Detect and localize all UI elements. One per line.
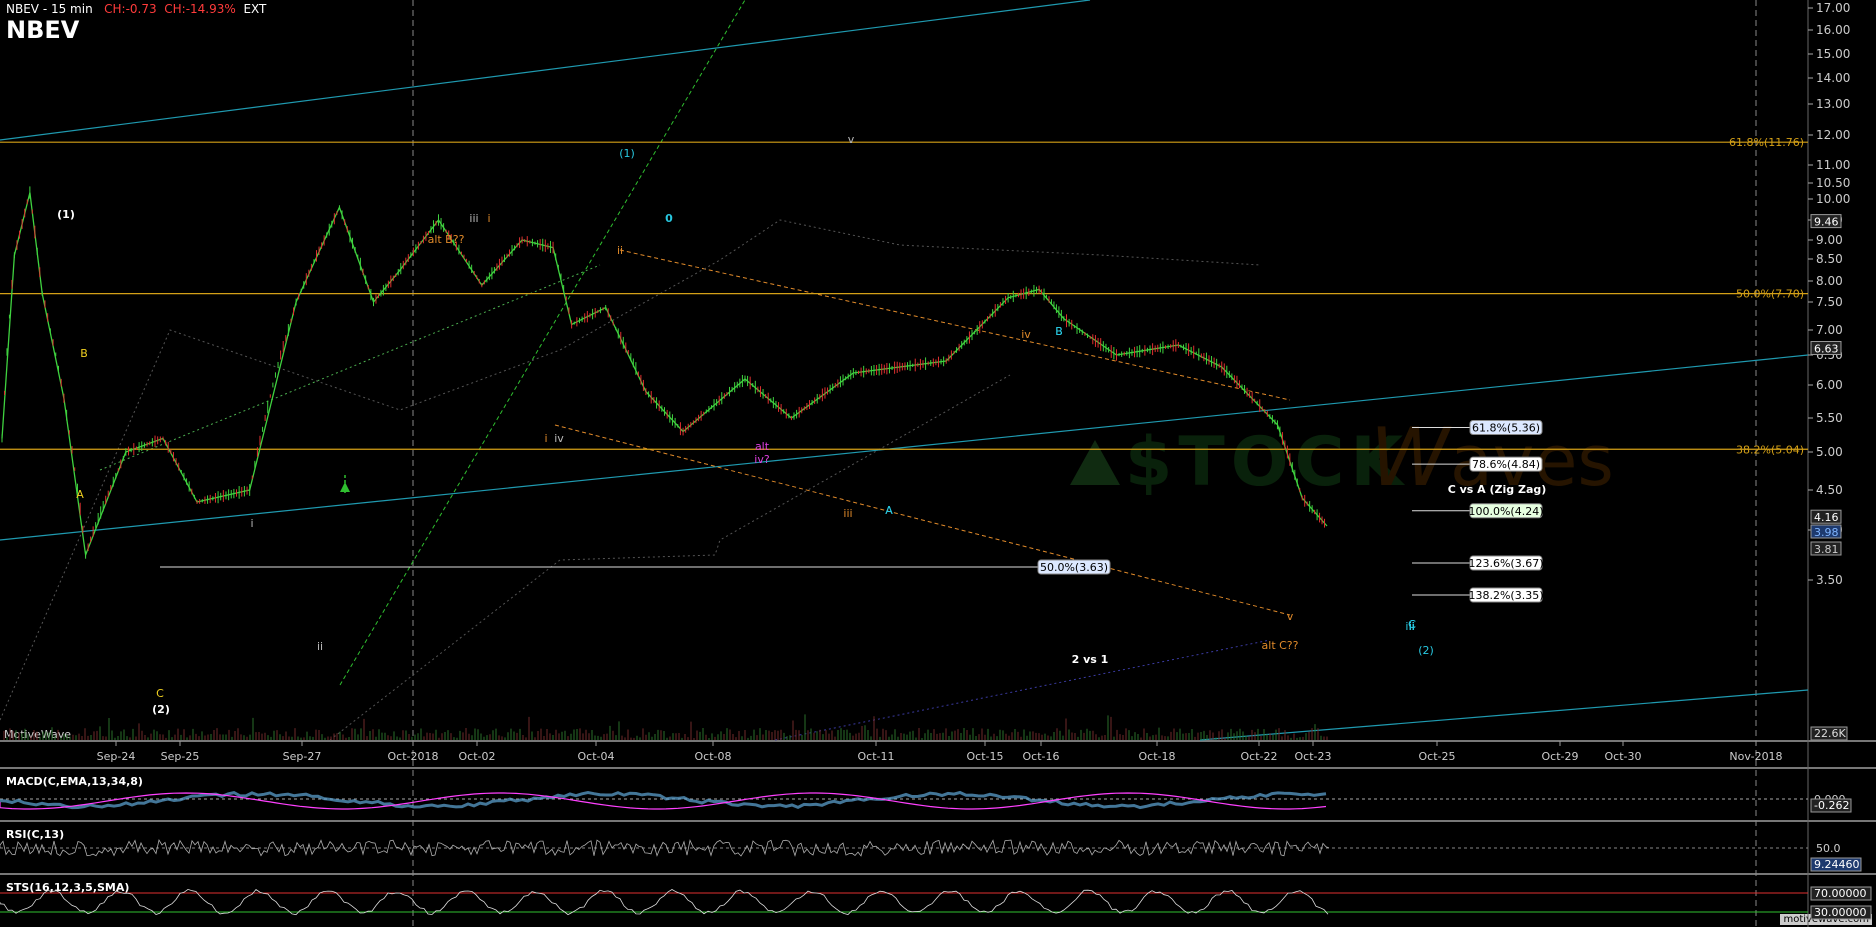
time-tick-label: Oct-22	[1241, 750, 1278, 763]
price-tick-label: 8.00	[1816, 274, 1843, 288]
price-tick-label: 9.00	[1816, 233, 1843, 247]
time-tick-label: Sep-25	[161, 750, 200, 763]
projection-label: 61.8%(5.36)	[1472, 422, 1540, 435]
wave-label: ii	[617, 244, 623, 257]
retrace-title: 2 vs 1	[1072, 653, 1109, 666]
wave-label: iv	[1021, 328, 1031, 341]
price-tick-label: 4.50	[1816, 483, 1843, 497]
svg-text:W: W	[1370, 411, 1452, 504]
rsi-ref-label: 50.0	[1816, 842, 1841, 855]
price-tick-label: 6.00	[1816, 378, 1843, 392]
price-tick-label: 16.00	[1816, 23, 1850, 37]
price-tick-label: 10.50	[1816, 176, 1850, 190]
price-chart[interactable]: $TOCK W aves 61.8%(11.76)50.0%(7.70)38.2…	[0, 0, 1876, 927]
price-tick-label: 7.50	[1816, 295, 1843, 309]
wave-label: B	[1055, 325, 1063, 338]
price-tag: 6.63	[1814, 343, 1839, 356]
wave-label: alt B??	[428, 233, 465, 246]
wave-label: (1)	[57, 208, 75, 221]
fib-label: 61.8%(11.76)	[1729, 136, 1804, 149]
wave-label: iv	[554, 432, 564, 445]
price-tick-label: 5.50	[1816, 411, 1843, 425]
time-tick-label: Oct-16	[1023, 750, 1060, 763]
price-tag: 9.46	[1814, 216, 1839, 229]
wave-label: i	[487, 212, 490, 225]
wave-label: v	[848, 133, 855, 146]
wave-label: A	[76, 488, 84, 501]
wave-label: iv?	[754, 453, 770, 466]
time-axis: Sep-24 Sep-25 Sep-27 Oct-2018 Oct-02 Oct-04 Oc…	[97, 741, 1783, 763]
projection-label: 78.6%(4.84)	[1472, 458, 1540, 471]
price-tag: 4.16	[1814, 511, 1839, 524]
sts-upper-label: 70.00000	[1814, 887, 1867, 900]
time-tick-label: Oct-15	[967, 750, 1004, 763]
macd-value: -0.262	[1814, 799, 1849, 812]
price-tick-label: 11.00	[1816, 158, 1850, 172]
price-tag: 3.98	[1814, 526, 1839, 539]
wave-label: C	[156, 687, 164, 700]
time-tick-label: Oct-25	[1419, 750, 1456, 763]
price-tag: 3.81	[1814, 543, 1839, 556]
rsi-label: RSI(C,13)	[6, 828, 64, 841]
retrace-label: 50.0%(3.63)	[1040, 561, 1108, 574]
wave-label: iii	[843, 507, 852, 520]
fib-label: 50.0%(7.70)	[1736, 288, 1804, 301]
wave-label: i	[544, 432, 547, 445]
price-tick-label: 7.00	[1816, 323, 1843, 337]
projection-label: 123.6%(3.67)	[1468, 557, 1543, 570]
price-tick-label: 17.00	[1816, 1, 1850, 15]
wave-label: v	[1287, 610, 1294, 623]
projection-label: 100.0%(4.24)	[1468, 505, 1543, 518]
time-tick-label: Sep-27	[283, 750, 322, 763]
svg-text:$TOCK: $TOCK	[1125, 423, 1409, 502]
wave-label: C	[1408, 618, 1416, 631]
fib-levels: 61.8%(11.76) 50.0%(7.70) 38.2%(5.04)	[0, 136, 1808, 456]
price-tick-label: 8.50	[1816, 252, 1843, 266]
volume-bars	[3, 714, 1328, 740]
macd-histogram	[0, 790, 1327, 810]
indicator-panels: MACD(C,EMA,13,34,8)0.000-0.262RSI(C,13)5…	[0, 775, 1872, 920]
time-tick-label: Oct-04	[578, 750, 615, 763]
price-tick-label: 15.00	[1816, 47, 1850, 61]
time-tick-label: Oct-08	[695, 750, 732, 763]
time-tick-label: Oct-2018	[388, 750, 439, 763]
projection-title: C vs A (Zig Zag)	[1448, 483, 1547, 496]
sts-label: STS(16,12,3,5,SMA)	[6, 881, 129, 894]
projection-label: 138.2%(3.35)	[1468, 589, 1543, 602]
macd-label: MACD(C,EMA,13,34,8)	[6, 775, 143, 788]
price-tick-label: 10.00	[1816, 192, 1850, 206]
wave-label: A	[885, 504, 893, 517]
fib-label: 38.2%(5.04)	[1736, 443, 1804, 456]
wave-label: 0	[665, 212, 673, 225]
sts-lower-label: 30.00000	[1814, 906, 1867, 919]
wave-label: (2)	[1418, 644, 1434, 657]
price-tick-label: 5.00	[1816, 445, 1843, 459]
time-tick-label: Nov-2018	[1729, 750, 1782, 763]
wave-label: ii	[317, 640, 323, 653]
time-tick-label: Oct-23	[1295, 750, 1332, 763]
time-tick-label: Oct-18	[1139, 750, 1176, 763]
price-tick-label: 14.00	[1816, 71, 1850, 85]
wave-label: iii	[469, 212, 478, 225]
time-tick-label: Oct-30	[1605, 750, 1642, 763]
wave-label: B	[80, 347, 88, 360]
price-tick-label: 12.00	[1816, 128, 1850, 142]
time-tick-label: Sep-24	[97, 750, 136, 763]
price-tick-label: 3.50	[1816, 573, 1843, 587]
trend-lines	[0, 0, 1809, 741]
wave-label: (2)	[152, 703, 170, 716]
volume-tag: 22.6K	[1814, 727, 1846, 740]
time-tick-label: Oct-02	[459, 750, 496, 763]
price-tick-label: 13.00	[1816, 97, 1850, 111]
wave-label: alt	[755, 440, 770, 453]
price-series	[1, 186, 1328, 559]
price-axis: 17.00 16.00 15.00 14.00 13.00 12.00 11.00 10.50…	[1808, 1, 1850, 741]
time-tick-label: Oct-11	[858, 750, 895, 763]
time-tick-label: Oct-29	[1542, 750, 1579, 763]
wave-label: i	[250, 517, 253, 530]
wave-label: (1)	[619, 147, 635, 160]
rsi-value: 9.24460	[1814, 858, 1860, 871]
wave-label: alt C??	[1262, 639, 1299, 652]
